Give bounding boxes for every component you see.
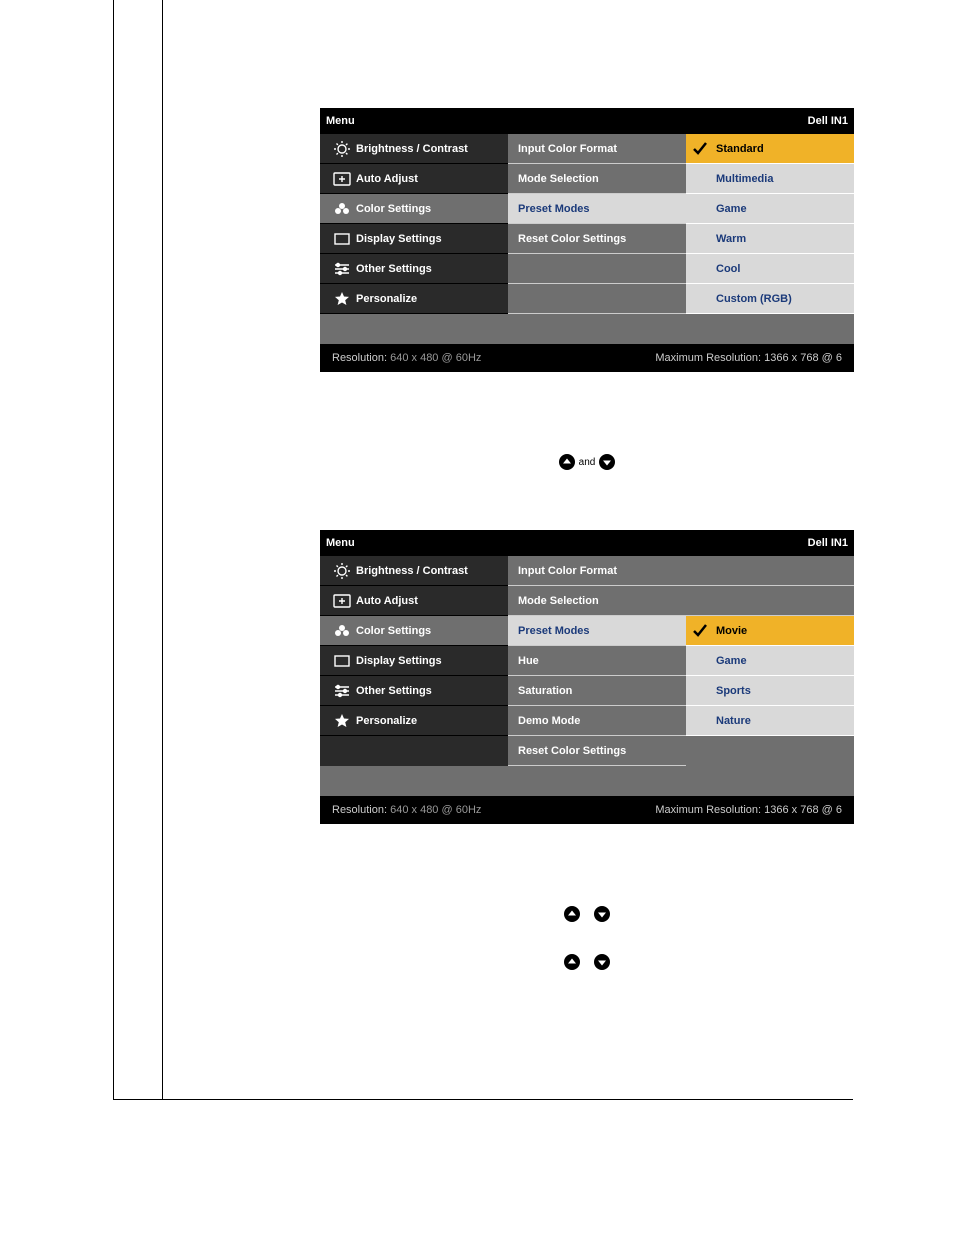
preset-nature[interactable]: Nature	[686, 706, 854, 736]
brightness-icon	[328, 140, 356, 158]
nav-color-settings[interactable]: Color Settings	[320, 616, 508, 646]
display-settings-icon	[328, 654, 356, 668]
nav-auto-adjust[interactable]: Auto Adjust	[320, 164, 508, 194]
max-resolution: Maximum Resolution: 1366 x 768 @ 6	[655, 804, 842, 816]
resolution-label: Resolution: 640 x 480 @ 60Hz	[332, 352, 481, 364]
auto-adjust-icon	[328, 172, 356, 186]
max-resolution: Maximum Resolution: 1366 x 768 @ 6	[655, 352, 842, 364]
nav-other-settings[interactable]: Other Settings	[320, 254, 508, 284]
preset-multimedia[interactable]: Multimedia	[686, 164, 854, 194]
nav-personalize[interactable]: Personalize	[320, 284, 508, 314]
color-settings-icon	[328, 202, 356, 216]
nav-color-settings[interactable]: Color Settings	[320, 194, 508, 224]
preset-game[interactable]: Game	[686, 646, 854, 676]
preset-custom-rgb[interactable]: Custom (RGB)	[686, 284, 854, 314]
mid-saturation[interactable]: Saturation	[508, 676, 686, 706]
up-button-icon	[559, 454, 575, 470]
preset-movie[interactable]: Movie	[686, 616, 854, 646]
osd-title: Menu	[326, 537, 355, 549]
mid-input-color-format[interactable]: Input Color Format	[508, 556, 686, 586]
preset-standard[interactable]: Standard	[686, 134, 854, 164]
mid-mode-selection[interactable]: Mode Selection	[508, 586, 686, 616]
nav-display-settings[interactable]: Display Settings	[320, 224, 508, 254]
check-icon	[692, 141, 708, 157]
brightness-icon	[328, 562, 356, 580]
mid-demo-mode[interactable]: Demo Mode	[508, 706, 686, 736]
nav-brightness-contrast[interactable]: Brightness / Contrast	[320, 556, 508, 586]
down-button-icon	[594, 954, 610, 970]
osd-brand: Dell IN1	[808, 537, 848, 549]
osd-menu-2: Menu Dell IN1 Brightness / Contrast	[320, 530, 854, 824]
mid-input-color-format[interactable]: Input Color Format	[508, 134, 686, 164]
nav-personalize[interactable]: Personalize	[320, 706, 508, 736]
osd-title: Menu	[326, 115, 355, 127]
preset-game[interactable]: Game	[686, 194, 854, 224]
other-settings-icon	[328, 262, 356, 276]
mid-reset-color[interactable]: Reset Color Settings	[508, 224, 686, 254]
display-settings-icon	[328, 232, 356, 246]
nav-display-settings[interactable]: Display Settings	[320, 646, 508, 676]
mid-preset-modes[interactable]: Preset Modes	[508, 616, 686, 646]
osd-brand: Dell IN1	[808, 115, 848, 127]
other-settings-icon	[328, 684, 356, 698]
check-icon	[692, 623, 708, 639]
resolution-label: Resolution: 640 x 480 @ 60Hz	[332, 804, 481, 816]
preset-sports[interactable]: Sports	[686, 676, 854, 706]
up-button-icon	[564, 954, 580, 970]
down-button-icon	[599, 454, 615, 470]
nav-brightness-contrast[interactable]: Brightness / Contrast	[320, 134, 508, 164]
up-button-icon	[564, 906, 580, 922]
preset-cool[interactable]: Cool	[686, 254, 854, 284]
personalize-icon	[328, 713, 356, 729]
osd-menu-1: Menu Dell IN1 Brightness / Contrast	[320, 108, 854, 372]
mid-mode-selection[interactable]: Mode Selection	[508, 164, 686, 194]
nav-other-settings[interactable]: Other Settings	[320, 676, 508, 706]
color-settings-icon	[328, 624, 356, 638]
down-button-icon	[594, 906, 610, 922]
mid-preset-modes[interactable]: Preset Modes	[508, 194, 686, 224]
auto-adjust-icon	[328, 594, 356, 608]
mid-hue[interactable]: Hue	[508, 646, 686, 676]
mid-reset-color[interactable]: Reset Color Settings	[508, 736, 686, 766]
preset-warm[interactable]: Warm	[686, 224, 854, 254]
personalize-icon	[328, 291, 356, 307]
nav-auto-adjust[interactable]: Auto Adjust	[320, 586, 508, 616]
